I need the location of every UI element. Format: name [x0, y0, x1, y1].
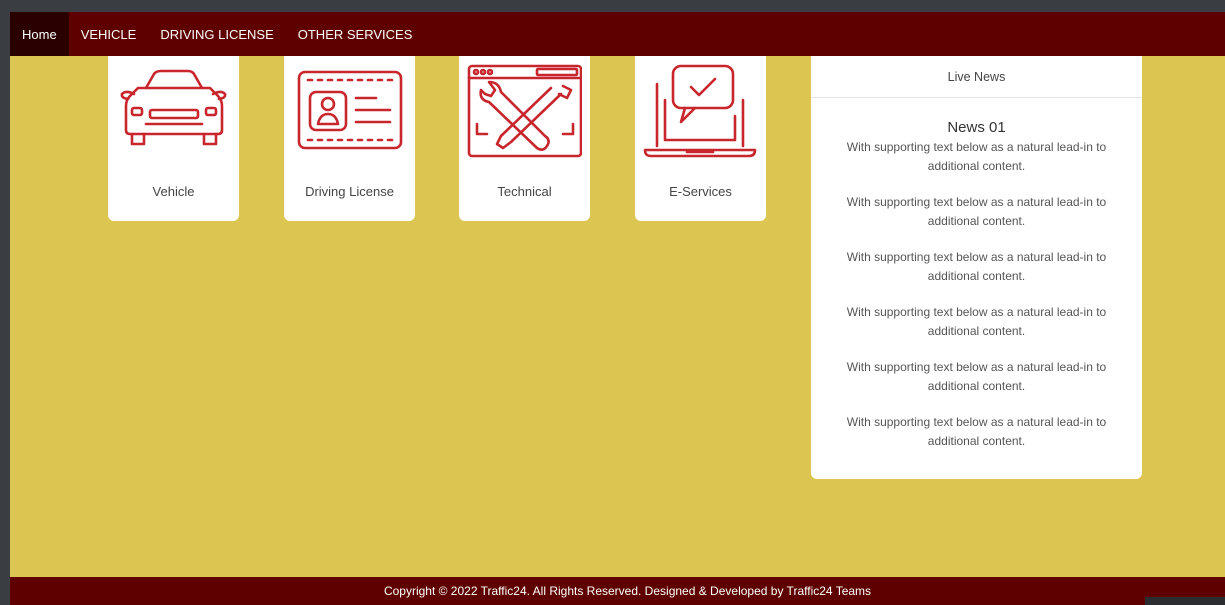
technical-card[interactable]: Technical — [459, 56, 590, 221]
car-icon — [108, 56, 239, 171]
news-item: With supporting text below as a natural … — [846, 305, 1107, 338]
id-card-icon — [284, 56, 415, 171]
news-item: With supporting text below as a natural … — [846, 360, 1107, 393]
e-services-card-label: E-Services — [669, 184, 732, 199]
news-item: With supporting text below as a natural … — [846, 415, 1107, 448]
vehicle-card-label: Vehicle — [152, 184, 195, 199]
live-news-panel: Live News News 01 With supporting text b… — [811, 56, 1142, 479]
corner-overlay — [1145, 597, 1225, 605]
nav-vehicle[interactable]: VEHICLE — [69, 12, 149, 56]
vehicle-card[interactable]: Vehicle — [108, 56, 239, 221]
news-item: With supporting text below as a natural … — [846, 195, 1107, 228]
laptop-chat-icon — [635, 56, 766, 171]
live-news-header: Live News — [811, 56, 1142, 98]
page-frame: Home VEHICLE DRIVING LICENSE OTHER SERVI… — [10, 12, 1225, 605]
footer: Copyright © 2022 Traffic24. All Rights R… — [10, 577, 1225, 605]
wrench-screwdriver-icon — [459, 56, 590, 171]
driving-license-card[interactable]: Driving License — [284, 56, 415, 221]
nav-home[interactable]: Home — [10, 12, 69, 56]
news-title: News 01 — [947, 119, 1006, 136]
e-services-card[interactable]: E-Services — [635, 56, 766, 221]
technical-card-label: Technical — [497, 184, 552, 199]
news-item: With supporting text below as a natural … — [846, 250, 1107, 283]
top-navbar: Home VEHICLE DRIVING LICENSE OTHER SERVI… — [10, 12, 1225, 56]
nav-other-services[interactable]: OTHER SERVICES — [286, 12, 425, 56]
news-list: With supporting text below as a natural … — [811, 138, 1142, 468]
driving-license-card-label: Driving License — [305, 184, 394, 199]
news-item: With supporting text below as a natural … — [846, 140, 1107, 173]
copyright-text: Copyright © 2022 Traffic24. All Rights R… — [383, 584, 872, 598]
nav-driving-license[interactable]: DRIVING LICENSE — [148, 12, 285, 56]
